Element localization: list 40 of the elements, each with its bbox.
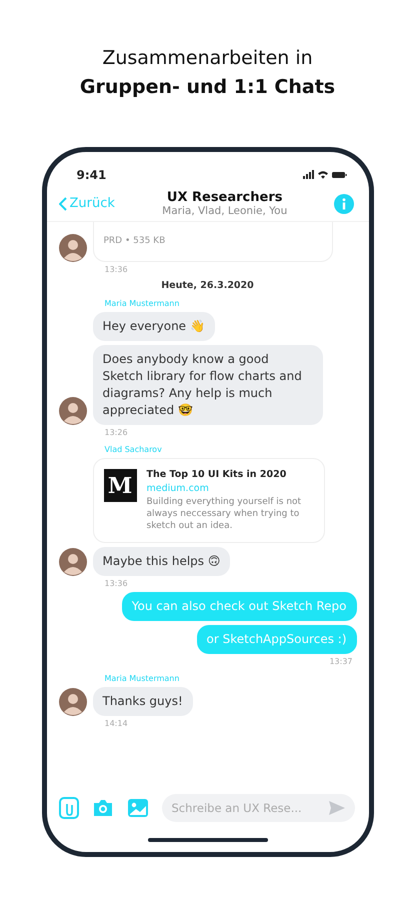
avatar-icon [58,688,86,716]
message-bubble: Hey everyone 👋 [92,312,215,341]
headline-text: Zusammenarbeiten in [101,46,314,71]
message-time: 13:37 [328,657,352,666]
message-time: 14:14 [104,719,129,728]
back-button[interactable]: Zurück [58,196,115,211]
site-logo: M [104,469,136,502]
message-bubble: Does anybody know a good Sketch library for flow charts and diagrams? Any help is much appreciated 🤓 [92,345,322,425]
link-preview-card[interactable]: M The Top 10 UI Kits in 2020 medium.com Building everything yourself is not always neccessary when trying to sketch out an idea. [92,458,324,543]
message-bubble: Thanks guys! [92,687,193,716]
file-meta: PRD • 535 KB [104,236,166,246]
message-time: 13:36 [104,265,129,274]
sender-name: Maria Mustermann [104,674,180,683]
info-icon[interactable] [334,194,354,214]
status-icons [302,170,346,180]
image-icon[interactable] [126,798,148,818]
message-field[interactable]: Schreibe an UX Rese... [162,794,354,822]
message-bubble: Maybe this helps 🙃 [92,547,230,576]
camera-icon[interactable] [92,798,114,818]
chat-title: UX Researchers [166,190,284,205]
sender-name: Vlad Sacharov [104,445,163,454]
status-time: 9:41 [76,168,106,182]
file-card[interactable]: PRD • 535 KB [92,222,332,262]
link-site: medium.com [146,483,210,494]
avatar-icon [58,234,86,262]
link-title: The Top 10 UI Kits in 2020 [146,469,288,480]
headline-title: Gruppen- und 1:1 Chats [80,75,336,100]
date-divider: Heute, 26.3.2020 [160,280,255,291]
link-description: Building everything yourself is not always neccessary when trying to sketch out an idea. [146,496,302,532]
message-bubble: or SketchAppSources :) [196,625,356,654]
sender-name: Maria Mustermann [104,299,180,308]
avatar-icon [58,397,86,425]
message-time: 13:36 [104,579,129,588]
chat-members: Maria, Vlad, Leonie, You [162,205,288,217]
message-time: 13:26 [104,428,129,437]
message-bubble: You can also check out Sketch Repo [122,592,356,621]
chevron-left-icon [58,196,66,210]
attachment-icon[interactable] [58,797,78,819]
avatar-icon [58,548,86,576]
send-icon[interactable] [328,800,346,816]
